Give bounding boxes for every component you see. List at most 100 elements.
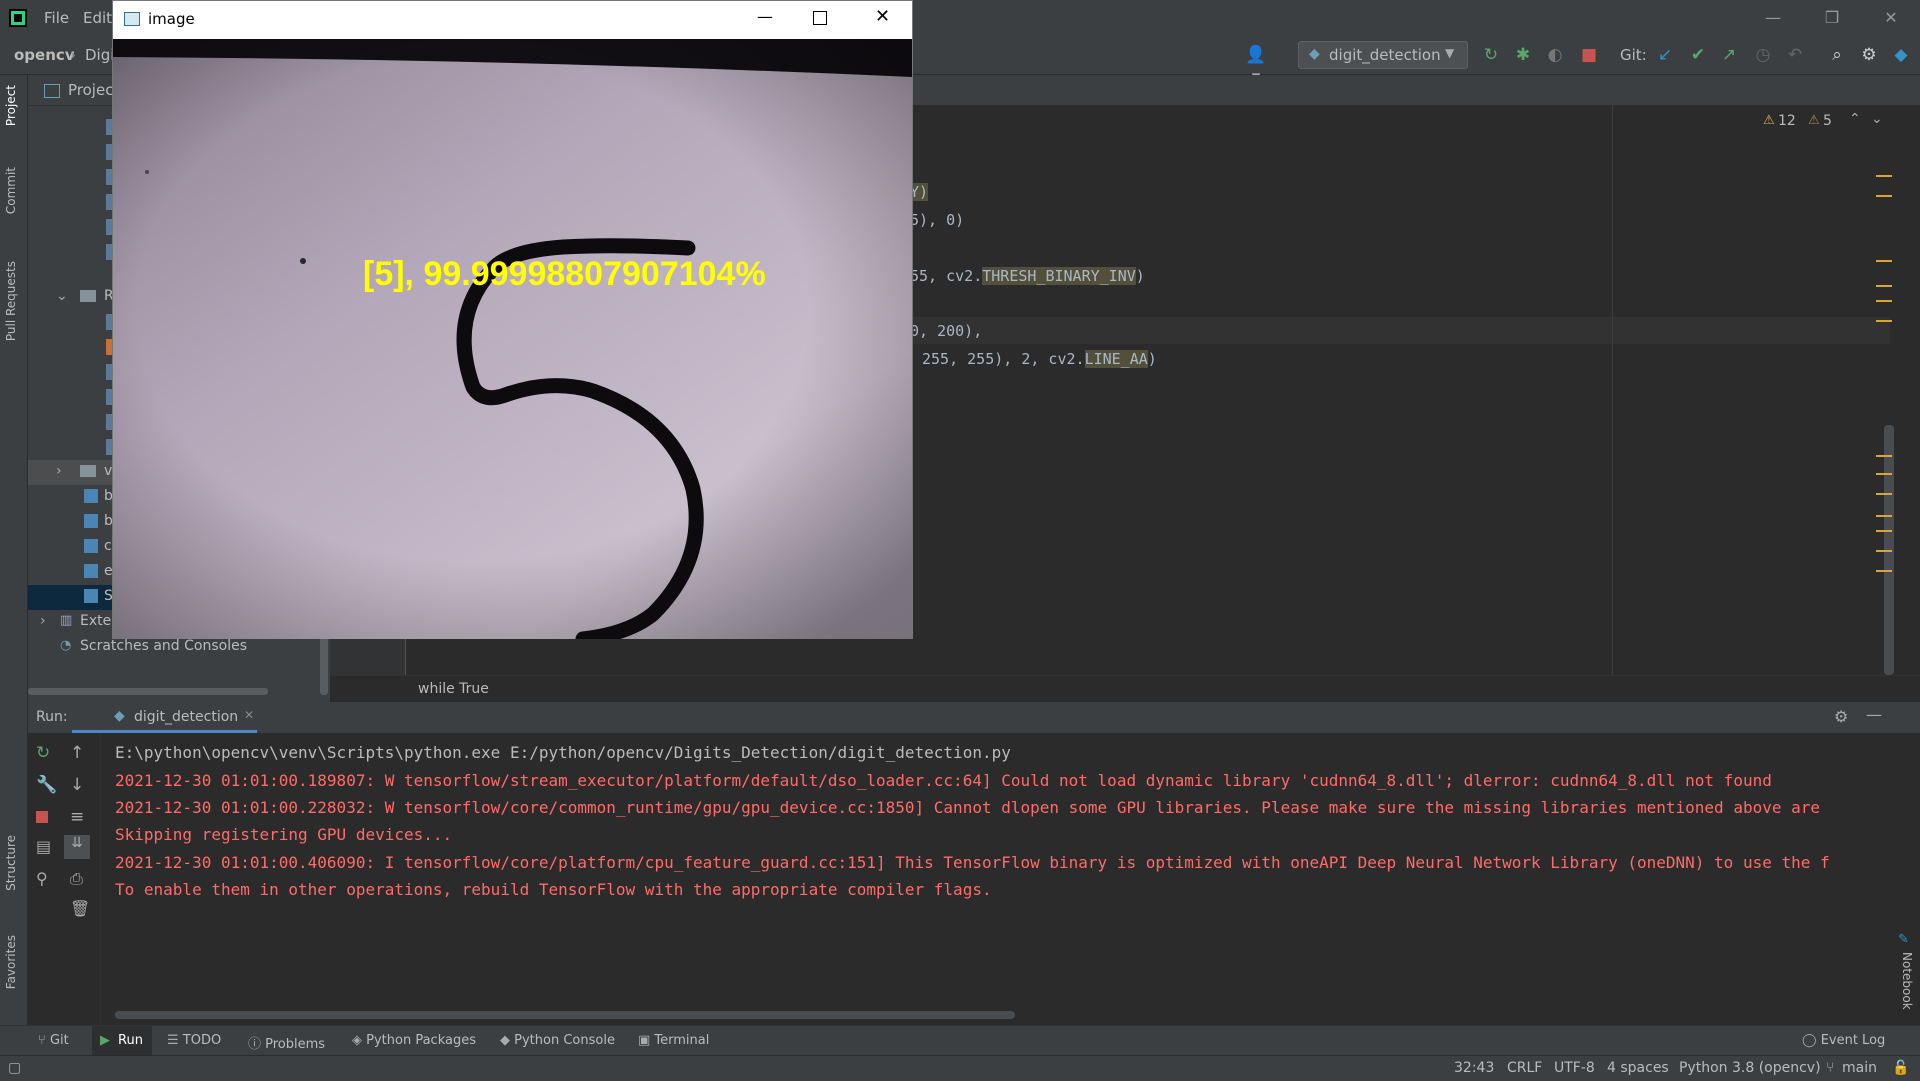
layout-icon[interactable]: ▤	[36, 837, 51, 856]
python-icon: ◆	[500, 1033, 515, 1048]
indent-setting[interactable]: 4 spaces	[1607, 1060, 1669, 1076]
layout-toggle-icon[interactable]: ▢	[8, 1060, 21, 1076]
arrow-up-icon[interactable]: ↑	[70, 743, 84, 763]
menu-edit[interactable]: Edit	[83, 9, 112, 27]
python-interpreter[interactable]: Python 3.8 (opencv)	[1679, 1060, 1821, 1076]
warning-count[interactable]: 12	[1778, 113, 1796, 129]
opencv-image-window[interactable]: image — ✕ [5], 99.99998807907104%	[112, 0, 913, 647]
tool-terminal[interactable]: ▣ Terminal	[638, 1033, 709, 1048]
chevron-right-icon: ›	[40, 613, 46, 629]
arrow-down-icon[interactable]: ↓	[70, 775, 84, 795]
ide-minimize-icon[interactable]: —	[1763, 8, 1783, 28]
maximize-icon[interactable]	[813, 11, 827, 25]
trash-icon[interactable]: 🗑	[70, 899, 90, 918]
caret-position[interactable]: 32:43	[1454, 1060, 1494, 1076]
image-app-icon	[124, 12, 140, 26]
breadcrumb-child[interactable]: Digi	[85, 46, 114, 64]
scratches-label: Scratches and Consoles	[80, 638, 247, 654]
console-line-cmd: E:\python\opencv\venv\Scripts\python.exe…	[115, 743, 1011, 762]
minimize-icon[interactable]: —	[757, 7, 773, 26]
left-tool-stripe: Project Commit Pull Requests Structure F…	[0, 75, 28, 1050]
scroll-to-end-icon[interactable]: ⇊	[64, 835, 90, 859]
rollback-icon[interactable]: ↶	[1784, 44, 1806, 66]
soft-wrap-icon[interactable]: ≡	[70, 807, 84, 827]
tool-window-bar: ⑂ Git ▶ Run ☰ TODO ⓘ Problems ◈ Python P…	[0, 1025, 1920, 1056]
git-branch-icon: ⑂	[38, 1033, 50, 1048]
tab-project[interactable]: Project	[4, 85, 18, 126]
lock-icon[interactable]: 🔓	[1892, 1060, 1909, 1076]
file-encoding[interactable]: UTF-8	[1554, 1060, 1595, 1076]
python-file-icon	[84, 539, 98, 553]
tool-python-console[interactable]: ◆ Python Console	[500, 1033, 615, 1048]
tab-commit[interactable]: Commit	[4, 167, 18, 214]
rerun-icon[interactable]: ↻	[36, 743, 50, 763]
console-line-error: 2021-12-30 01:01:00.228032: W tensorflow…	[115, 798, 1821, 817]
close-icon[interactable]: ✕	[244, 708, 254, 722]
list-icon: ☰	[167, 1033, 183, 1048]
tool-run-label: Run	[118, 1033, 143, 1048]
editor-breadcrumb[interactable]: while True	[418, 681, 489, 697]
console-line-error: Skipping registering GPU devices...	[115, 825, 453, 844]
console-line-error: To enable them in other operations, rebu…	[115, 880, 992, 899]
chevron-up-icon[interactable]: ⌃	[1849, 111, 1861, 127]
rerun-icon[interactable]: ↻	[1480, 44, 1502, 66]
run-configuration-select[interactable]: ◆ digit_detection ▼	[1298, 41, 1468, 69]
tool-problems[interactable]: ⓘ Problems	[248, 1033, 325, 1052]
tool-event-log[interactable]: ◯ Event Log	[1802, 1033, 1885, 1048]
gear-icon[interactable]: ⚙	[1834, 707, 1848, 726]
chevron-down-icon[interactable]: ⌄	[1871, 111, 1883, 127]
run-label: Run:	[36, 709, 68, 725]
file-label: c	[104, 538, 112, 554]
code-line: 55, cv2.THRESH_BINARY_INV)	[910, 267, 1145, 285]
minimize-panel-icon[interactable]: —	[1866, 705, 1882, 724]
editor-breadcrumb-bar: while True	[330, 675, 1920, 703]
git-update-icon[interactable]: ↙	[1654, 44, 1676, 66]
history-icon[interactable]: ◷	[1752, 44, 1774, 66]
tab-notebook[interactable]: Notebook	[1900, 952, 1914, 1010]
search-icon[interactable]: ⌕	[1826, 44, 1848, 66]
git-commit-icon[interactable]: ✔	[1687, 44, 1709, 66]
weak-warning-icon[interactable]: ⚠	[1808, 113, 1820, 128]
warning-icon[interactable]: ⚠	[1763, 113, 1775, 128]
line-separator[interactable]: CRLF	[1507, 1060, 1542, 1076]
user-icon[interactable]: 👤▾	[1245, 44, 1267, 87]
weak-warning-count[interactable]: 5	[1823, 113, 1832, 129]
gear-icon[interactable]: ⚙	[1858, 44, 1880, 66]
tool-todo[interactable]: ☰ TODO	[167, 1033, 221, 1048]
ide-close-icon[interactable]: ✕	[1881, 8, 1901, 28]
ide-restore-icon[interactable]: ❐	[1822, 8, 1842, 28]
close-icon[interactable]: ✕	[875, 6, 890, 27]
notebook-icon: ✎	[1898, 932, 1909, 947]
coverage-icon[interactable]: ◐	[1544, 44, 1566, 66]
stop-icon[interactable]: ■	[1578, 44, 1600, 66]
debug-icon[interactable]: ✱	[1512, 44, 1534, 66]
chevron-down-icon: ⌄	[56, 288, 68, 304]
pin-icon[interactable]: ⚲	[36, 869, 48, 888]
git-push-icon[interactable]: ↗	[1718, 44, 1740, 66]
python-file-icon	[84, 564, 98, 578]
breadcrumb-root[interactable]: opencv	[14, 46, 75, 64]
plugin-icon[interactable]: ◆	[1890, 44, 1912, 66]
run-tab-label: digit_detection	[134, 709, 239, 725]
code-line: 0, 200),	[910, 322, 983, 340]
wrench-icon[interactable]: 🔧	[36, 775, 57, 795]
image-window-title-bar[interactable]: image — ✕	[113, 1, 912, 39]
menu-file[interactable]: File	[44, 9, 69, 27]
git-branch[interactable]: main	[1842, 1060, 1877, 1076]
pycharm-logo-icon	[9, 9, 27, 27]
run-tab[interactable]: ◆ digit_detection ✕	[72, 702, 257, 733]
tool-git[interactable]: ⑂ Git	[38, 1033, 69, 1048]
tool-run-active[interactable]: ▶ Run	[92, 1026, 152, 1056]
tab-favorites[interactable]: Favorites	[4, 935, 18, 989]
console-scrollbar[interactable]	[115, 1011, 1015, 1019]
stop-icon[interactable]	[36, 811, 48, 823]
tab-structure[interactable]: Structure	[4, 835, 18, 891]
breadcrumb-separator: ›	[70, 46, 76, 64]
tab-pull-requests[interactable]: Pull Requests	[4, 261, 18, 341]
event-log-icon: ◯	[1802, 1033, 1821, 1048]
python-file-icon: ◆	[114, 708, 125, 724]
print-icon[interactable]: ⎙	[70, 869, 83, 889]
tool-python-packages[interactable]: ◈ Python Packages	[352, 1033, 476, 1048]
horizontal-scrollbar[interactable]	[28, 688, 268, 695]
terminal-icon: ▣	[638, 1033, 655, 1048]
